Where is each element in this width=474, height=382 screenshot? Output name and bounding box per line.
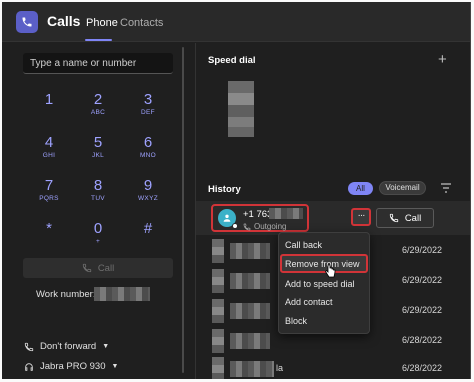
phone-icon (389, 213, 398, 223)
speed-dial-contact-redacted[interactable] (228, 81, 254, 137)
tab-contacts[interactable]: Contacts (120, 17, 163, 29)
dial-key-star[interactable]: * (27, 220, 71, 237)
more-options-button[interactable]: ··· (351, 208, 371, 226)
history-entry-number-redacted (269, 208, 303, 219)
speed-dial-title: Speed dial (208, 55, 256, 66)
history-avatar-redacted (212, 357, 224, 379)
chevron-down-icon: ▼ (102, 343, 110, 350)
person-icon (223, 214, 231, 222)
dial-key-4[interactable]: 4 GHI (27, 134, 71, 160)
work-number-redacted (94, 287, 150, 301)
search-input[interactable]: Type a name or number (23, 53, 173, 74)
outgoing-call-icon (243, 223, 251, 230)
calls-window: Calls Phone Contacts Type a name or numb… (2, 2, 471, 379)
history-name-redacted (230, 361, 274, 377)
history-name-redacted (230, 243, 270, 259)
dial-key-1[interactable]: 1 (27, 91, 71, 108)
dialer-call-label: Call (97, 262, 115, 274)
hand-cursor-icon (324, 264, 336, 278)
active-tab-indicator (85, 39, 112, 41)
work-number-label: Work number: (36, 289, 96, 300)
menu-item-remove-from-view[interactable]: Remove from view (285, 259, 360, 269)
dial-key-6[interactable]: 6 MNO (126, 134, 170, 160)
context-menu: Call back Remove from view Add to speed … (278, 232, 370, 334)
dial-key-5[interactable]: 5 JKL (76, 134, 120, 160)
history-date: 6/28/2022 (402, 363, 443, 373)
history-call-label: Call (404, 212, 422, 224)
tab-phone[interactable]: Phone (86, 17, 118, 29)
dial-key-0[interactable]: 0 + (76, 220, 120, 246)
chevron-down-icon: ▼ (111, 363, 119, 370)
dialer-pane: Type a name or number 1 2 ABC 3 DEF 4 GHI 5… (2, 43, 192, 379)
dial-key-hash[interactable]: # (126, 220, 170, 237)
forward-phone-icon (24, 342, 34, 351)
history-row[interactable]: la 6/28/2022 (196, 354, 470, 379)
history-avatar-redacted (212, 239, 224, 263)
dial-key-3[interactable]: 3 DEF (126, 91, 170, 117)
direction-label: Outgoing (254, 222, 287, 231)
history-date: 6/29/2022 (402, 245, 443, 255)
menu-item-add-contact[interactable]: Add contact (285, 297, 333, 307)
history-entry-direction: Outgoing (243, 222, 286, 231)
dial-key-2[interactable]: 2 ABC (76, 91, 120, 117)
presence-dot (232, 223, 238, 229)
history-avatar-redacted (212, 299, 224, 323)
history-title: History (208, 184, 241, 195)
history-name: la (276, 363, 284, 373)
history-name-redacted (230, 303, 270, 319)
menu-item-block[interactable]: Block (285, 316, 307, 326)
filter-all[interactable]: All (348, 182, 373, 195)
device-selector[interactable]: Jabra PRO 930 ▼ (24, 361, 118, 372)
add-speed-dial-icon[interactable]: + (438, 51, 447, 68)
history-avatar-redacted (212, 269, 224, 293)
dialer-call-button[interactable]: Call (23, 258, 173, 278)
history-avatar-redacted (212, 329, 224, 353)
app-title: Calls (47, 13, 81, 29)
history-name-redacted (230, 273, 270, 289)
history-name-redacted (230, 333, 270, 349)
history-date: 6/29/2022 (402, 305, 443, 315)
dial-key-8[interactable]: 8 TUV (76, 177, 120, 203)
history-date: 6/28/2022 (402, 335, 443, 345)
dial-key-7[interactable]: 7 PQRS (27, 177, 71, 203)
menu-item-add-to-speed-dial[interactable]: Add to speed dial (285, 279, 355, 289)
filter-icon[interactable] (440, 183, 452, 193)
dialer-scrollbar[interactable] (182, 47, 184, 373)
device-label: Jabra PRO 930 (40, 361, 106, 372)
history-call-button[interactable]: Call (376, 208, 434, 228)
call-forwarding-toggle[interactable]: Don't forward ▼ (24, 341, 109, 352)
headset-icon (25, 362, 33, 371)
filter-voicemail[interactable]: Voicemail (379, 181, 426, 195)
forward-label: Don't forward (40, 341, 97, 352)
history-date: 6/29/2022 (402, 275, 443, 285)
phone-icon (82, 263, 91, 273)
menu-item-call-back[interactable]: Call back (285, 240, 322, 250)
dial-key-9[interactable]: 9 WXYZ (126, 177, 170, 203)
calls-app-icon (16, 11, 38, 33)
app-header: Calls Phone Contacts (2, 2, 470, 42)
